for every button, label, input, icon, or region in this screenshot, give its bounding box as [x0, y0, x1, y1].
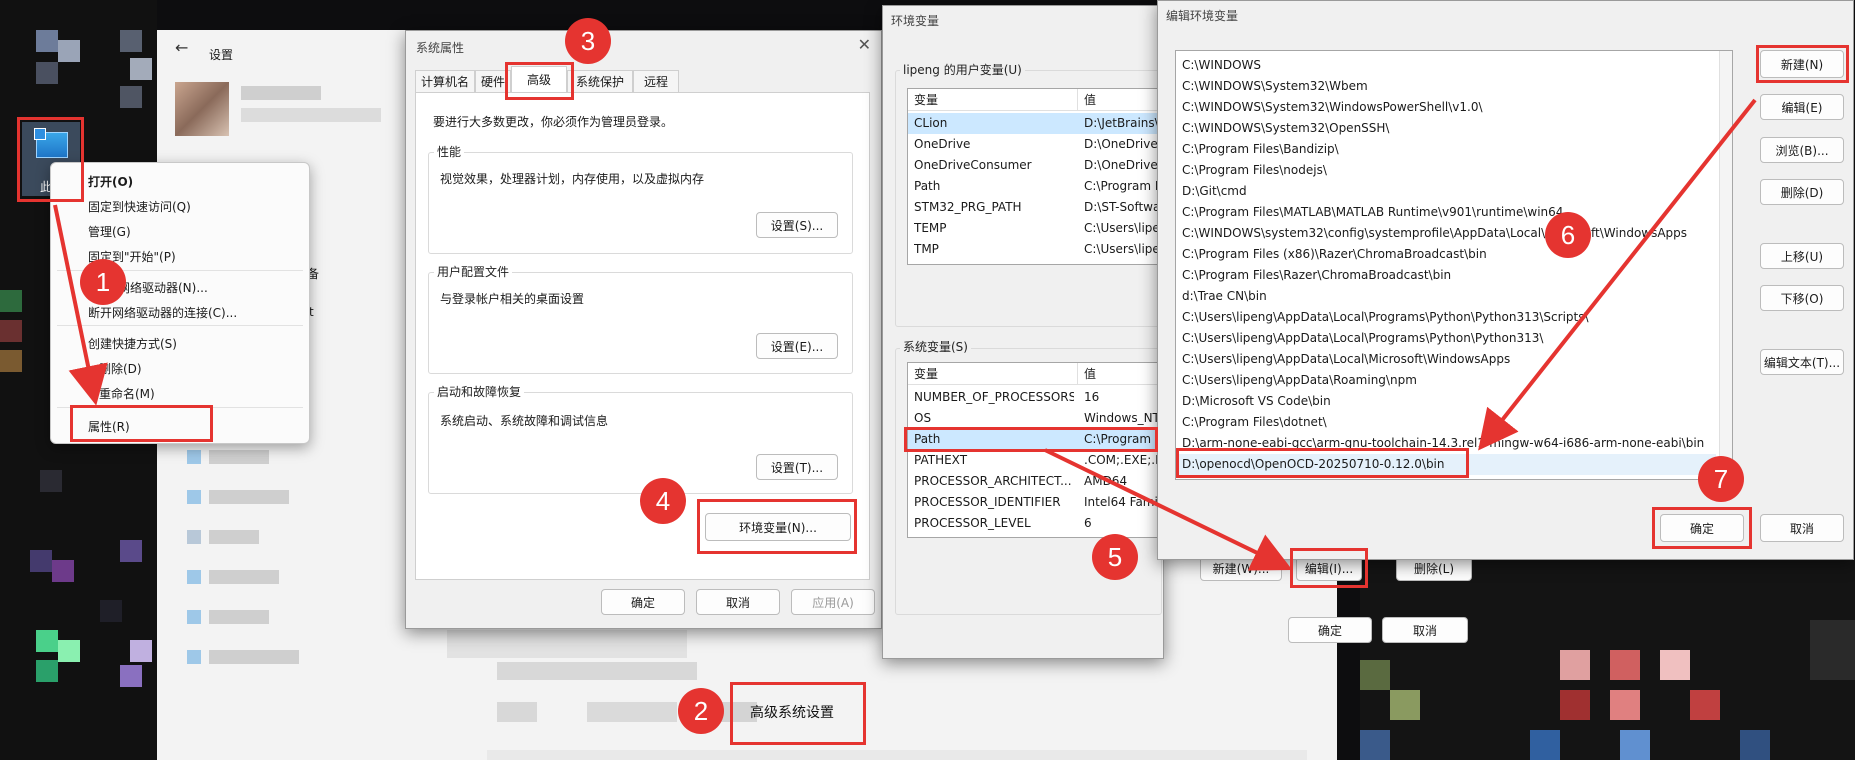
step-badge-5: 5: [1092, 534, 1138, 580]
step-badge-1: 1: [80, 259, 126, 305]
highlight-desktop-icon: [17, 117, 84, 202]
annotation-arrows: [53, 98, 1757, 571]
highlight-advanced-tab: [505, 62, 574, 100]
highlight-new-button: [1756, 45, 1849, 83]
highlight-advanced-link: [730, 682, 866, 745]
highlight-env-button: [697, 499, 857, 554]
highlight-edit-button: [1290, 548, 1368, 588]
step-badge-2: 2: [678, 688, 724, 734]
highlight-properties: [70, 405, 213, 442]
arrow-6: [1478, 98, 1757, 451]
highlight-ok-button: [1652, 507, 1752, 549]
highlight-new-path-row: [1176, 448, 1469, 478]
step-badge-6: 6: [1545, 212, 1591, 258]
highlight-path-row: [904, 427, 1158, 452]
step-badge-7: 7: [1698, 456, 1744, 502]
step-badge-4: 4: [640, 478, 686, 524]
step-badge-3: 3: [565, 18, 611, 64]
